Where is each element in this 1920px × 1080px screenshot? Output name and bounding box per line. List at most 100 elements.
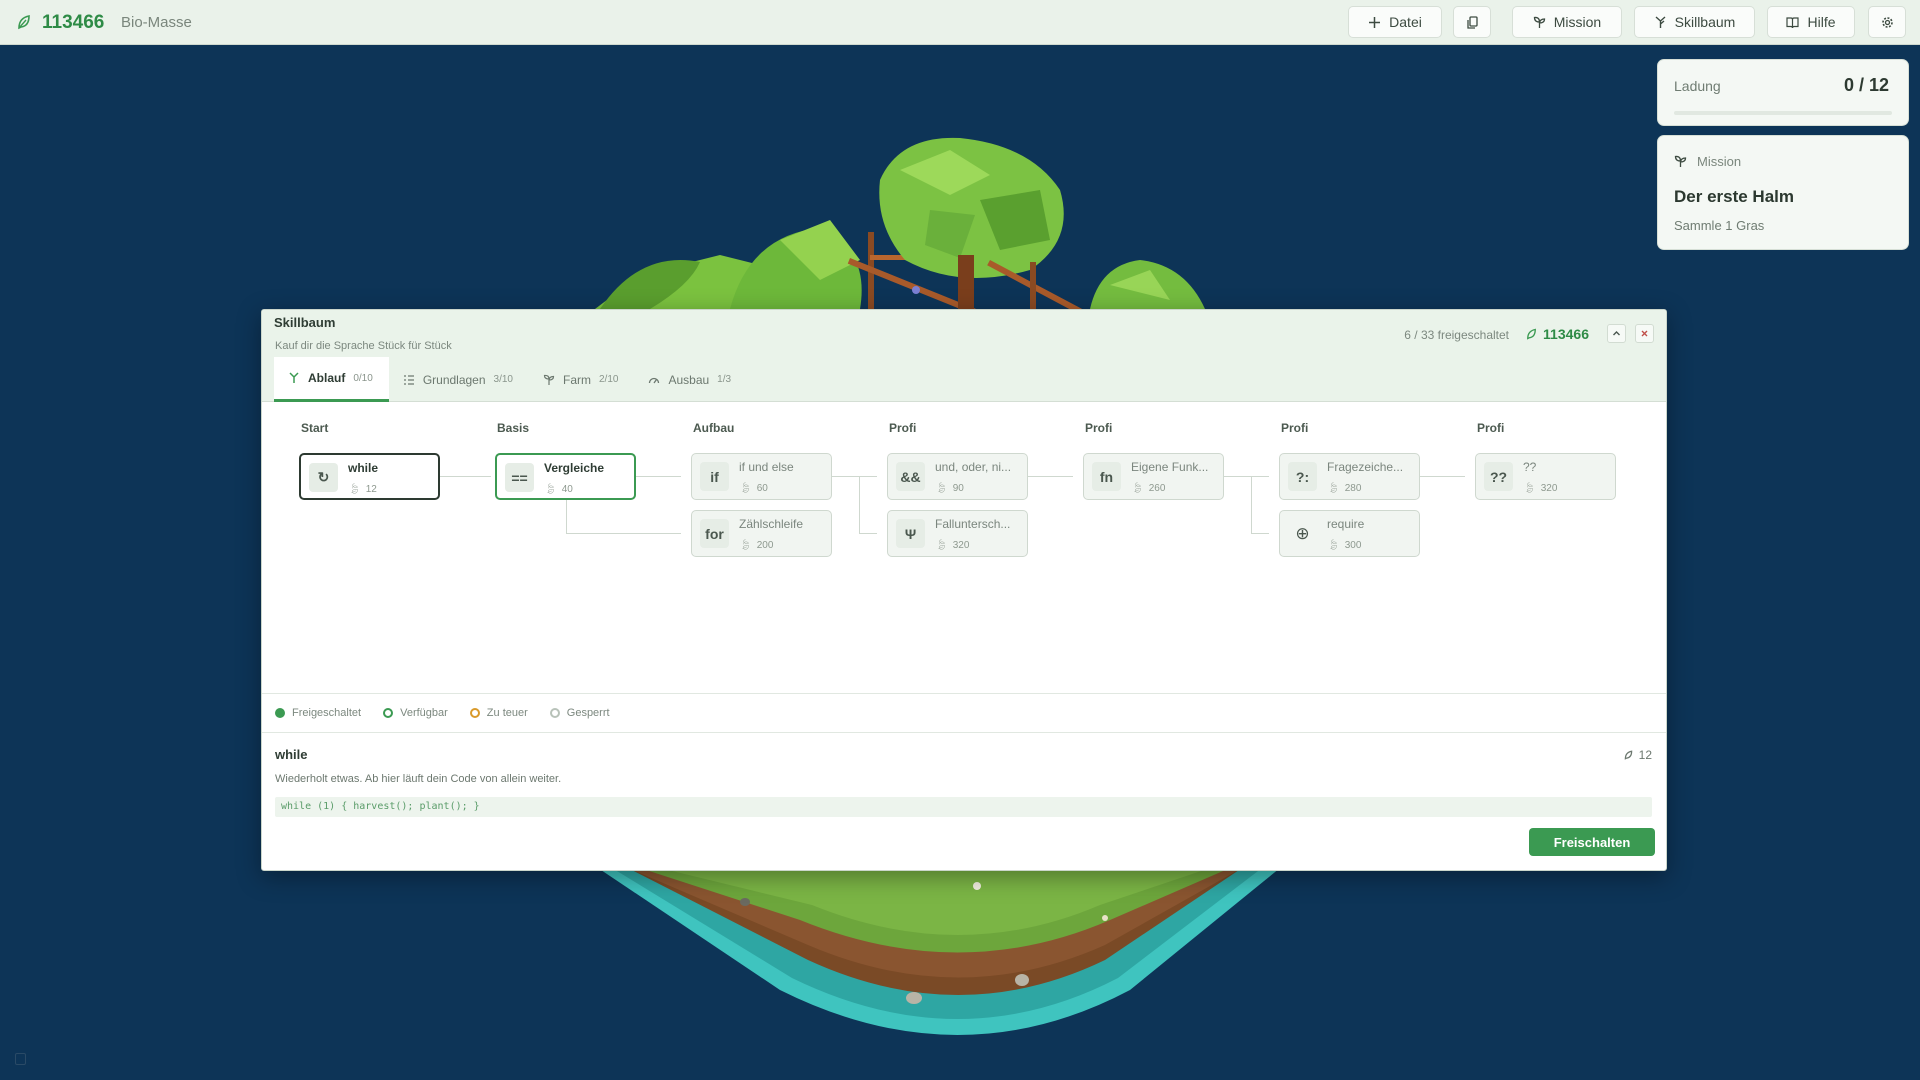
close-icon — [1641, 330, 1648, 337]
for-icon: for — [700, 519, 729, 548]
ring-dot-icon — [383, 708, 394, 718]
mission-card[interactable]: Mission Der erste Halm Sammle 1 Gras — [1657, 135, 1909, 250]
skill-node-require[interactable]: ⊕ require 🍃︎ 300 — [1279, 510, 1420, 557]
status-legend: Freigeschaltet Verfügbar Zu teuer Gesper… — [262, 693, 1666, 733]
skillbaum-button[interactable]: Skillbaum — [1634, 6, 1755, 38]
plus-circle-icon: ⊕ — [1295, 523, 1310, 543]
tab-count: 2/10 — [599, 374, 619, 385]
skilltree-biomass: 113466 — [1526, 326, 1589, 342]
corner-icon — [15, 1053, 26, 1065]
tab-grundlagen[interactable]: Grundlagen 3/10 — [389, 357, 529, 402]
connector-line — [830, 476, 877, 477]
detail-cost-value: 12 — [1638, 748, 1652, 762]
datei-button-label: Datei — [1389, 14, 1422, 30]
skill-cost: 🍃︎ 300 — [1327, 540, 1361, 551]
unlock-button[interactable]: Freischalten — [1529, 828, 1655, 856]
connector-line — [859, 533, 877, 534]
skill-name: if und else — [739, 460, 794, 474]
tab-count: 3/10 — [493, 374, 513, 385]
mission-button-label: Mission — [1553, 14, 1602, 30]
gauge-icon — [649, 377, 660, 383]
equals-icon: == — [505, 463, 534, 492]
branch-icon — [289, 372, 299, 383]
legend-label: Freigeschaltet — [292, 707, 362, 719]
skill-node-fallunterscheidung[interactable]: Ψ Falluntersch... 🍃︎ 320 — [887, 510, 1028, 557]
skill-node-ternary[interactable]: ?: Fragezeiche... 🍃︎ 280 — [1279, 453, 1420, 500]
hilfe-button-label: Hilfe — [1807, 14, 1836, 30]
column-label: Start — [301, 421, 329, 435]
tab-label: Farm — [563, 372, 591, 387]
settings-button[interactable] — [1868, 6, 1906, 38]
skill-node-logic[interactable]: && und, oder, ni... 🍃︎ 90 — [887, 453, 1028, 500]
skill-name: Eigene Funk... — [1131, 460, 1209, 474]
tab-ausbau[interactable]: Ausbau 1/3 — [634, 357, 747, 402]
column-label: Aufbau — [693, 421, 735, 435]
copy-icon — [1466, 15, 1478, 29]
legend-available: Verfügbar — [383, 707, 448, 719]
plus-icon — [1369, 16, 1381, 28]
skill-cost-value: 260 — [1148, 483, 1166, 494]
collapse-button[interactable] — [1607, 324, 1626, 343]
skill-name: Vergleiche — [544, 461, 605, 475]
detail-description: Wiederholt etwas. Ab hier läuft dein Cod… — [275, 773, 562, 785]
ladung-value: 0 / 12 — [1843, 75, 1889, 95]
switch-icon: Ψ — [896, 519, 925, 548]
leaf-icon: 🍃︎ — [1327, 483, 1340, 494]
skill-cost-value: 320 — [952, 540, 970, 551]
tab-ablauf[interactable]: Ablauf 0/10 — [274, 357, 389, 402]
book-icon — [1786, 16, 1800, 28]
sprout-icon — [1674, 155, 1687, 167]
leaf-icon: 🍃︎ — [935, 483, 948, 494]
connector-line — [566, 533, 681, 534]
skill-node-while[interactable]: ↻ while 🍃︎ 12 — [299, 453, 440, 500]
copy-button[interactable] — [1453, 6, 1491, 38]
tab-count: 1/3 — [717, 374, 732, 385]
mission-header: Mission — [1674, 154, 1741, 169]
column-label: Profi — [889, 421, 917, 435]
connector-line — [1418, 476, 1465, 477]
skill-node-zaehlschleife[interactable]: for Zählschleife 🍃︎ 200 — [691, 510, 832, 557]
skill-node-funktionen[interactable]: fn Eigene Funk... 🍃︎ 260 — [1083, 453, 1224, 500]
loop-icon: ↻ — [309, 463, 338, 492]
tab-count: 0/10 — [353, 372, 373, 384]
biomass-label: Bio-Masse — [121, 14, 192, 31]
skilltree-biomass-value: 113466 — [1543, 326, 1589, 342]
skill-node-vergleiche[interactable]: == Vergleiche 🍃︎ 40 — [495, 453, 636, 500]
skill-cost-value: 12 — [365, 484, 377, 495]
skill-name: Fragezeiche... — [1327, 460, 1404, 474]
skilltree-tabs: Ablauf 0/10 Grundlagen 3/10 Farm 2/10 Au… — [274, 357, 747, 402]
ladung-label: Ladung — [1674, 78, 1721, 94]
datei-button[interactable]: Datei — [1348, 6, 1442, 38]
skill-name: und, oder, ni... — [935, 460, 1012, 474]
skill-cost: 🍃︎ 40 — [544, 484, 573, 495]
ladung-progress-bar — [1674, 111, 1892, 115]
close-button[interactable] — [1635, 324, 1654, 343]
skill-name: Falluntersch... — [935, 517, 1011, 531]
top-bar: 113466 Bio-Masse Datei Mission Skillbaum… — [0, 0, 1920, 45]
column-label: Profi — [1281, 421, 1309, 435]
skill-cost: 🍃︎ 200 — [739, 540, 773, 551]
skill-cost-value: 60 — [756, 483, 768, 494]
skill-cost: 🍃︎ 90 — [935, 483, 964, 494]
skill-node-if-else[interactable]: if if und else 🍃︎ 60 — [691, 453, 832, 500]
legend-unlocked: Freigeschaltet — [275, 707, 361, 719]
detail-skill-cost: 12 — [1624, 748, 1652, 762]
connector-line — [634, 476, 681, 477]
hilfe-button[interactable]: Hilfe — [1767, 6, 1855, 38]
leaf-icon: 🍃︎ — [1131, 483, 1144, 494]
skilltree-subtitle: Kauf dir die Sprache Stück für Stück — [275, 340, 452, 352]
connector-line — [566, 499, 567, 534]
connector-line — [440, 476, 491, 477]
ternary-icon: ?: — [1288, 462, 1317, 491]
leaf-icon — [1527, 328, 1536, 340]
tab-farm[interactable]: Farm 2/10 — [529, 357, 634, 402]
tab-label: Grundlagen — [422, 372, 486, 387]
leaf-icon: 🍃︎ — [1327, 540, 1340, 551]
skill-cost-value: 280 — [1344, 483, 1362, 494]
filled-dot-icon — [275, 708, 285, 718]
skilltree-panel: Skillbaum Kauf dir die Sprache Stück für… — [261, 309, 1667, 871]
skill-name: while — [348, 461, 379, 475]
skill-node-nullish[interactable]: ?? ?? 🍃︎ 320 — [1475, 453, 1616, 500]
mission-button[interactable]: Mission — [1512, 6, 1622, 38]
plant-icon — [543, 374, 555, 385]
